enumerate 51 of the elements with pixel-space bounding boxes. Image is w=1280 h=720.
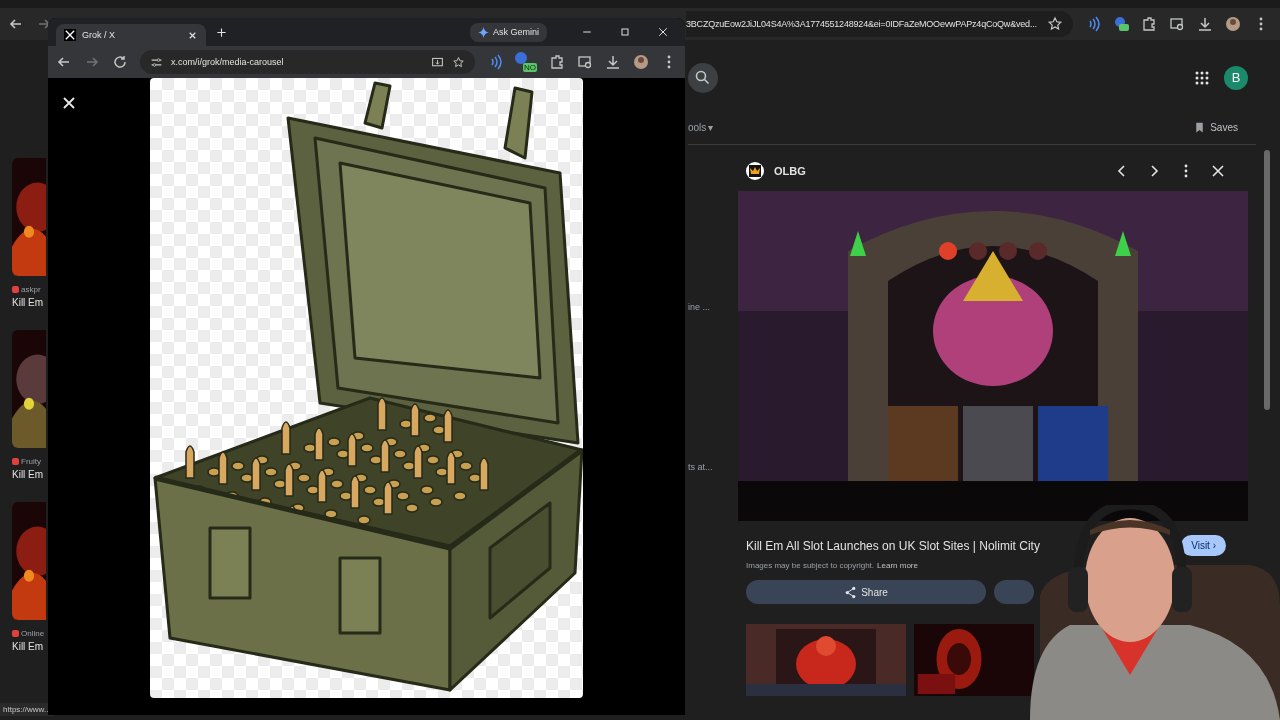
sparkle-icon [478, 26, 489, 38]
result-title[interactable]: Kill Em [12, 641, 48, 652]
close-icon[interactable] [1210, 163, 1226, 179]
maximize-icon[interactable] [619, 26, 631, 38]
profile-avatar-icon[interactable] [1224, 16, 1241, 32]
extensions-icon[interactable] [549, 54, 565, 70]
caret-icon: ▾ [708, 122, 714, 133]
site-settings-icon[interactable] [150, 55, 163, 69]
crown-logo-icon [746, 162, 764, 180]
extension-badge-icon[interactable] [1112, 16, 1129, 32]
share-icon [844, 585, 858, 599]
result-title[interactable]: Kill Em [12, 297, 48, 308]
star-icon[interactable] [452, 55, 465, 69]
tab-search-icon[interactable] [577, 54, 593, 70]
new-tab-icon[interactable] [216, 26, 227, 38]
profile-avatar-icon[interactable] [633, 54, 649, 70]
result-snippet: ts at... [688, 462, 714, 472]
result-source: askpr [21, 285, 41, 294]
result-source: Online [21, 629, 45, 638]
address-bar[interactable]: x.com/i/grok/media-carousel [140, 50, 475, 74]
account-avatar[interactable]: B [1224, 65, 1248, 90]
apps-grid-icon[interactable] [1194, 69, 1210, 86]
copyright-notice: Images may be subject to copyright. [746, 561, 875, 570]
search-icon[interactable] [688, 62, 718, 93]
reload-icon[interactable] [112, 54, 128, 70]
x-logo-icon [64, 29, 76, 41]
browser-tab[interactable]: Grok / X [56, 24, 206, 46]
address-bar[interactable]: 3BCZQzuEow2JiJL04S4A%3A1774551248924&ei=0IDFaZeMOOevwPAPz4qCoQw&ved... [686, 11, 1073, 37]
install-app-icon[interactable] [431, 55, 444, 69]
visit-button[interactable]: Visit › [1181, 535, 1226, 556]
result-source: Fruity [21, 457, 41, 466]
share-button[interactable]: Share [746, 580, 986, 604]
image-title[interactable]: Kill Em All Slot Launches on UK Slot Sites | Nolimit City [746, 538, 1040, 553]
saves-link[interactable]: Saves [1193, 121, 1256, 134]
site-favicon-icon [12, 630, 19, 637]
site-favicon-icon [12, 458, 19, 465]
ask-gemini-button[interactable]: Ask Gemini [470, 22, 547, 42]
star-icon[interactable] [1046, 16, 1063, 32]
download-icon[interactable] [605, 54, 621, 70]
close-icon[interactable] [61, 95, 77, 111]
tab-search-icon[interactable] [1168, 16, 1185, 32]
result-title[interactable]: Kill Em [12, 469, 48, 480]
tools-menu[interactable]: ools [688, 122, 707, 133]
tab-title: Grok / X [82, 30, 116, 40]
site-favicon-icon [12, 286, 19, 293]
learn-more-link[interactable]: Learn more [877, 561, 918, 570]
close-window-icon[interactable] [657, 26, 669, 38]
extensions-icon[interactable] [1140, 16, 1157, 32]
result-snippet: ine ... [688, 302, 711, 312]
image-source[interactable]: OLBG [774, 165, 806, 177]
download-icon[interactable] [1196, 16, 1213, 32]
